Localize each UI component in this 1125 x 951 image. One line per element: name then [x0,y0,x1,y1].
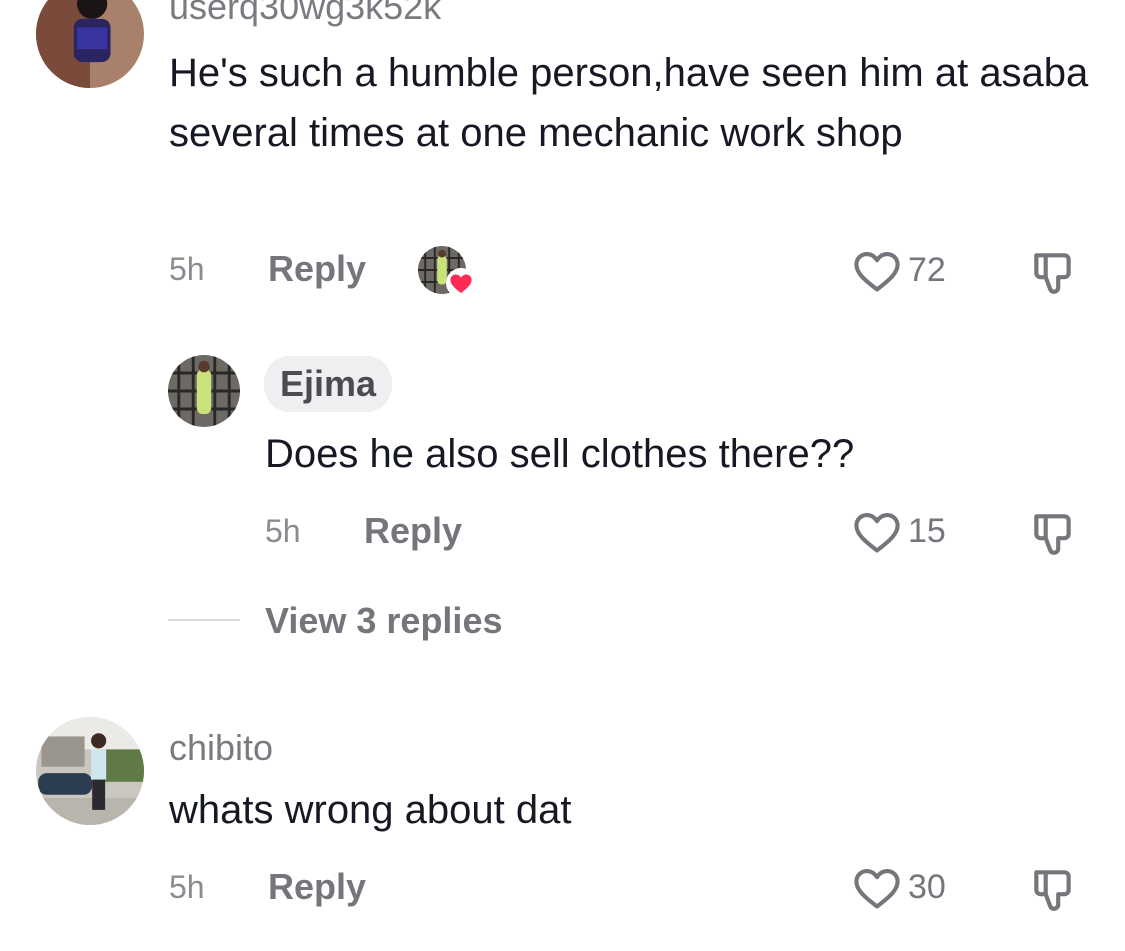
reply-button[interactable]: Reply [364,510,462,552]
reply-text: Does he also sell clothes there?? [265,432,855,476]
like-count: 15 [908,512,946,550]
dislike-icon[interactable] [1028,509,1078,559]
reply-timestamp: 5h [265,513,301,549]
view-replies-button[interactable]: View 3 replies [265,600,502,642]
dislike-icon[interactable] [1028,865,1078,915]
reply-button[interactable]: Reply [268,866,366,908]
comment-username[interactable]: chibito [169,727,273,769]
like-count: 30 [908,868,946,906]
comment-text: He's such a humble person,have seen him … [169,51,1089,155]
comment-username[interactable]: userq30wg3k52k [169,0,441,28]
heart-outline-icon[interactable] [851,862,903,914]
comment-timestamp: 5h [169,869,205,905]
avatar-ejima[interactable] [168,355,240,427]
reply-button[interactable]: Reply [268,248,366,290]
avatar-chibito[interactable] [36,717,144,825]
heart-outline-icon[interactable] [851,506,903,558]
comment-timestamp: 5h [169,251,205,287]
heart-outline-icon[interactable] [851,245,903,297]
like-count: 72 [908,251,946,289]
dislike-icon[interactable] [1028,248,1078,298]
comment-text: whats wrong about dat [169,788,572,832]
reply-username-chip[interactable]: Ejima [264,356,393,412]
creator-heart-icon [446,268,476,298]
creator-liked-badge [418,244,478,298]
avatar-user1[interactable] [36,0,144,88]
view-replies-divider [168,619,240,621]
